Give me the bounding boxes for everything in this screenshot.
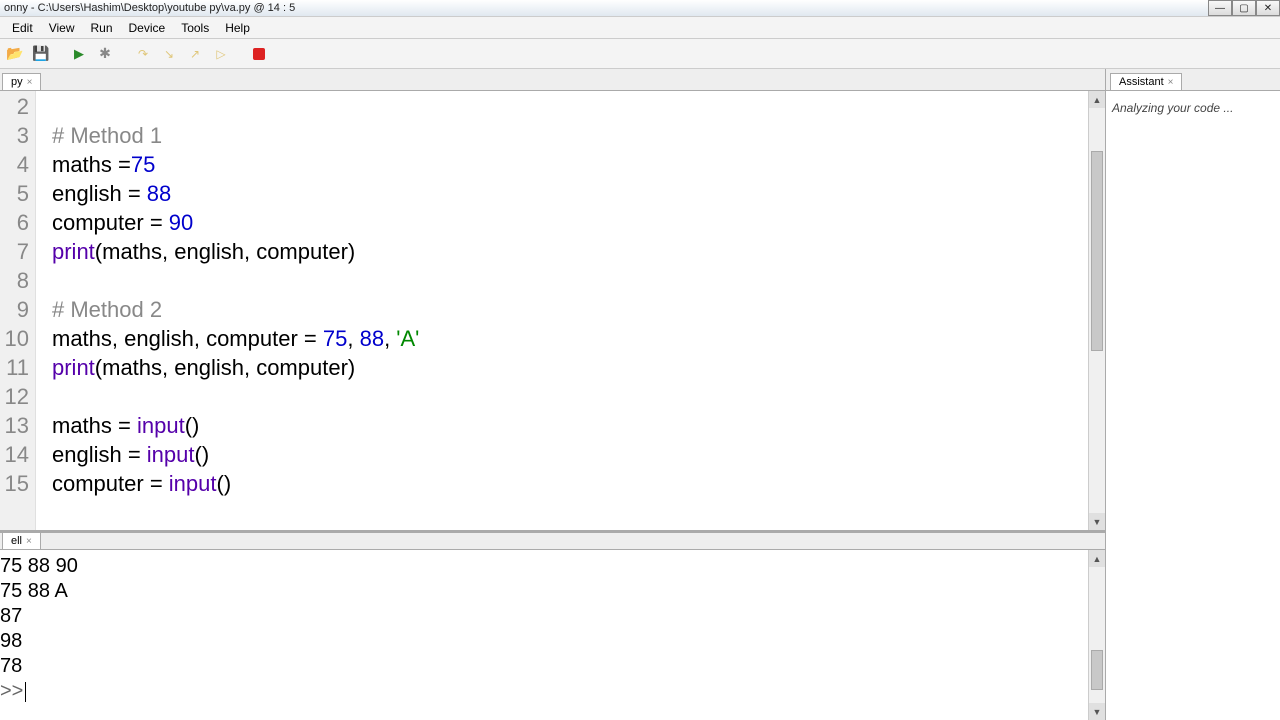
line-number-gutter: 23456789101112131415 bbox=[0, 91, 36, 530]
menu-device[interactable]: Device bbox=[121, 19, 174, 37]
scroll-up-icon[interactable]: ▲ bbox=[1089, 91, 1105, 108]
resume-button[interactable]: ▷ bbox=[210, 43, 232, 65]
folder-icon: 📂 bbox=[6, 45, 23, 62]
play-icon: ▶ bbox=[74, 46, 84, 62]
stop-icon bbox=[253, 48, 265, 60]
menu-bar: Edit View Run Device Tools Help bbox=[0, 17, 1280, 39]
scroll-down-icon[interactable]: ▼ bbox=[1089, 703, 1105, 720]
editor-scrollbar[interactable]: ▲ ▼ bbox=[1088, 91, 1105, 530]
maximize-button[interactable]: ▢ bbox=[1232, 0, 1256, 16]
window-title: onny - C:\Users\Hashim\Desktop\youtube p… bbox=[4, 2, 295, 14]
minimize-button[interactable]: — bbox=[1208, 0, 1232, 16]
resume-icon: ▷ bbox=[216, 47, 225, 61]
save-icon: 💾 bbox=[32, 45, 49, 62]
step-over-icon: ↷ bbox=[138, 47, 148, 61]
step-out-button[interactable]: ↗ bbox=[184, 43, 206, 65]
close-icon[interactable]: × bbox=[26, 536, 32, 547]
close-icon[interactable]: × bbox=[1168, 77, 1174, 88]
shell-panel[interactable]: 75 88 9075 88 A879878>> ▲ ▼ bbox=[0, 550, 1105, 720]
scrollbar-thumb[interactable] bbox=[1091, 650, 1103, 690]
shell-tab-strip: ell × bbox=[0, 530, 1105, 550]
close-icon[interactable]: × bbox=[27, 77, 33, 88]
assistant-tab-label: Assistant bbox=[1119, 76, 1164, 88]
save-file-button[interactable]: 💾 bbox=[30, 43, 52, 65]
stop-button[interactable] bbox=[248, 43, 270, 65]
assistant-tab[interactable]: Assistant × bbox=[1110, 73, 1182, 90]
step-over-button[interactable]: ↷ bbox=[132, 43, 154, 65]
scrollbar-thumb[interactable] bbox=[1091, 151, 1103, 351]
editor-tab-label: py bbox=[11, 76, 23, 88]
bug-icon: ✱ bbox=[99, 45, 111, 62]
scroll-up-icon[interactable]: ▲ bbox=[1089, 550, 1105, 567]
menu-tools[interactable]: Tools bbox=[173, 19, 217, 37]
title-bar: onny - C:\Users\Hashim\Desktop\youtube p… bbox=[0, 0, 1280, 17]
assistant-panel: Assistant × Analyzing your code ... bbox=[1106, 69, 1280, 720]
editor-tab[interactable]: py × bbox=[2, 73, 41, 90]
close-button[interactable]: ✕ bbox=[1256, 0, 1280, 16]
menu-edit[interactable]: Edit bbox=[4, 19, 41, 37]
shell-scrollbar[interactable]: ▲ ▼ bbox=[1088, 550, 1105, 720]
menu-view[interactable]: View bbox=[41, 19, 83, 37]
run-button[interactable]: ▶ bbox=[68, 43, 90, 65]
code-content[interactable]: # Method 1maths =75english = 88computer … bbox=[36, 91, 419, 530]
shell-tab-label: ell bbox=[11, 535, 22, 547]
assistant-tab-strip: Assistant × bbox=[1106, 69, 1280, 91]
menu-help[interactable]: Help bbox=[217, 19, 258, 37]
debug-button[interactable]: ✱ bbox=[94, 43, 116, 65]
shell-tab[interactable]: ell × bbox=[2, 532, 41, 549]
open-file-button[interactable]: 📂 bbox=[4, 43, 26, 65]
editor-tab-strip: py × bbox=[0, 69, 1105, 91]
assistant-message: Analyzing your code ... bbox=[1106, 91, 1280, 720]
step-out-icon: ↗ bbox=[190, 47, 200, 61]
scroll-down-icon[interactable]: ▼ bbox=[1089, 513, 1105, 530]
menu-run[interactable]: Run bbox=[82, 19, 120, 37]
code-editor[interactable]: 23456789101112131415 # Method 1maths =75… bbox=[0, 91, 1105, 530]
toolbar: 📂 💾 ▶ ✱ ↷ ↘ ↗ ▷ bbox=[0, 39, 1280, 69]
shell-output[interactable]: 75 88 9075 88 A879878>> bbox=[0, 550, 1088, 720]
step-into-button[interactable]: ↘ bbox=[158, 43, 180, 65]
step-into-icon: ↘ bbox=[164, 47, 174, 61]
